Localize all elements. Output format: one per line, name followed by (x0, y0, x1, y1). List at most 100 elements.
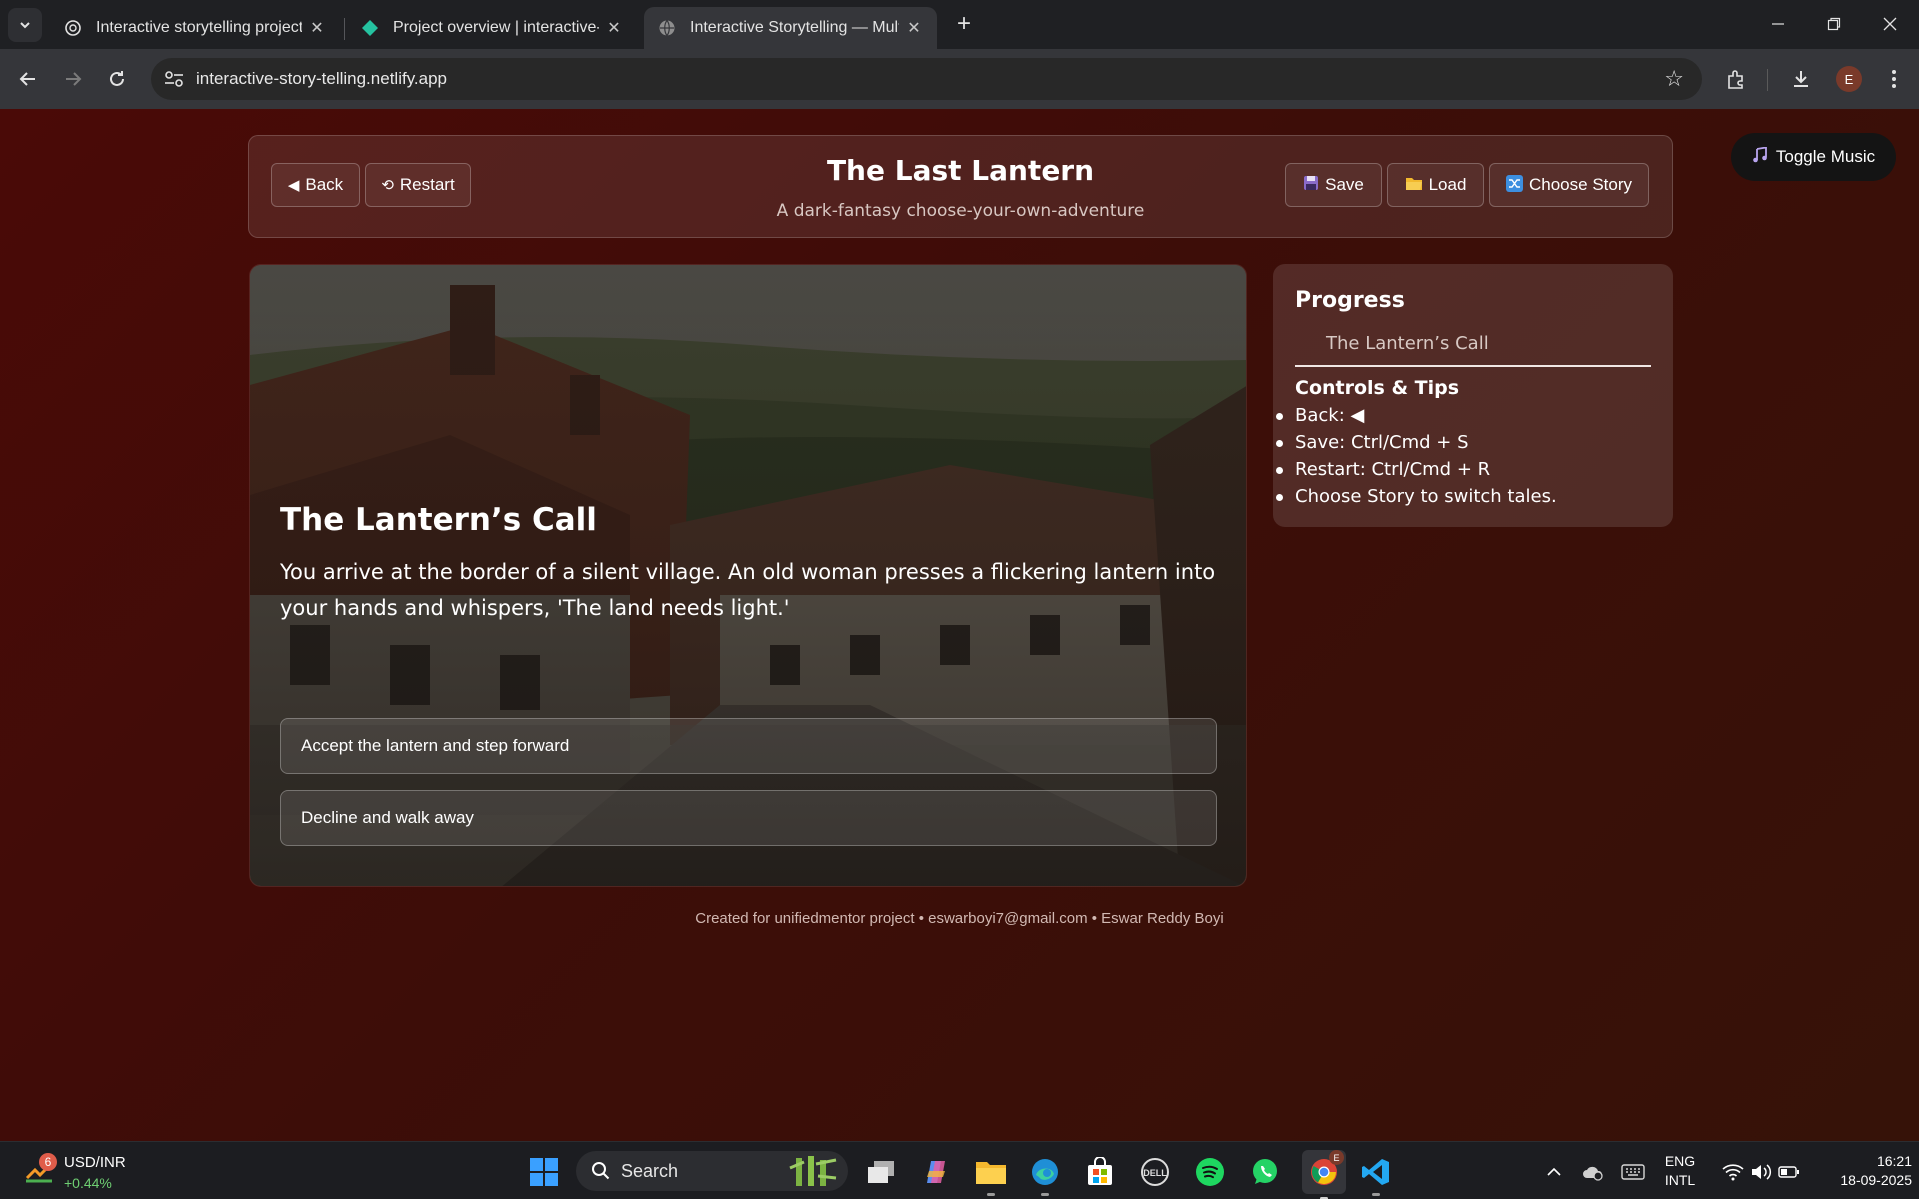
tab-interactive-storytelling[interactable]: Interactive Storytelling — Multi ✕ (644, 7, 937, 49)
running-indicator (1041, 1193, 1049, 1196)
folder-icon (976, 1162, 1006, 1184)
close-tab-icon[interactable]: ✕ (605, 18, 623, 38)
progress-divider (1295, 365, 1651, 367)
clock[interactable]: 16:21 18-09-2025 (1812, 1152, 1912, 1190)
tab-title: Interactive storytelling project (96, 19, 302, 36)
choice-button[interactable]: Accept the lantern and step forward (280, 718, 1217, 774)
windows-start-button[interactable] (526, 1154, 562, 1190)
touch-keyboard-button[interactable] (1615, 1154, 1651, 1190)
story-header: ◀ Back ⟲ Restart The Last Lantern A dark… (248, 135, 1673, 238)
chevron-down-icon (20, 22, 30, 29)
choose-story-button-label: Choose Story (1529, 175, 1632, 194)
globe-icon (658, 19, 676, 37)
url-text: interactive-story-telling.netlify.app (196, 69, 448, 88)
site-settings-icon[interactable] (163, 68, 187, 90)
tips-list: Back: ◀ Save: Ctrl/Cmd + S Restart: Ctrl… (1276, 402, 1557, 510)
task-view-button[interactable] (863, 1154, 899, 1190)
vscode-button[interactable] (1358, 1154, 1394, 1196)
folder-icon (1405, 175, 1423, 195)
whatsapp-button[interactable] (1247, 1154, 1283, 1190)
tab-search-button[interactable] (8, 8, 42, 42)
floppy-disk-icon (1303, 175, 1319, 195)
browser-tab-bar: Interactive storytelling project ✕ Proje… (0, 0, 1919, 49)
volume-icon (1752, 1164, 1772, 1180)
shuffle-icon (1506, 174, 1523, 196)
dell-button[interactable]: DELL (1137, 1154, 1173, 1190)
tab-divider (344, 18, 345, 40)
edge-button[interactable] (1027, 1154, 1063, 1196)
copilot-icon (927, 1161, 945, 1183)
downloads-icon[interactable] (1785, 63, 1817, 95)
spotify-icon (1196, 1158, 1224, 1186)
tab-project-overview[interactable]: Project overview | interactive-st ✕ (347, 7, 637, 49)
more-menu-icon[interactable] (1878, 63, 1910, 95)
edge-icon (1032, 1159, 1058, 1185)
input-language[interactable]: ENG INTL (1660, 1152, 1700, 1190)
reload-button[interactable] (101, 63, 133, 95)
restore-button[interactable] (1806, 0, 1862, 48)
close-tab-icon[interactable]: ✕ (905, 18, 923, 38)
toggle-music-label: Toggle Music (1775, 147, 1876, 166)
keyboard-icon (1621, 1164, 1645, 1180)
restore-icon (1827, 17, 1841, 31)
toolbar-divider (1767, 69, 1768, 91)
extensions-icon[interactable] (1720, 63, 1752, 95)
wifi-icon (1722, 1164, 1744, 1181)
dell-logo-icon: DELL (1141, 1158, 1169, 1186)
onedrive-tray-button[interactable] (1575, 1154, 1611, 1190)
tip-item: Back: ◀ (1276, 402, 1557, 429)
progress-title: Progress (1295, 288, 1405, 313)
scene-card: The Lantern’s Call You arrive at the bor… (249, 264, 1247, 887)
close-window-button[interactable] (1862, 0, 1918, 48)
openai-icon (64, 19, 82, 37)
widget-change: +0.44% (64, 1175, 112, 1191)
scene-heading: The Lantern’s Call (280, 502, 597, 538)
toggle-music-button[interactable]: Toggle Music (1731, 133, 1896, 181)
svg-text:DELL: DELL (1143, 1168, 1167, 1178)
choose-story-button[interactable]: Choose Story (1489, 163, 1649, 207)
cloud-sync-icon (1583, 1166, 1603, 1181)
tab-title: Interactive Storytelling — Multi (690, 19, 899, 36)
whatsapp-icon (1253, 1159, 1277, 1184)
file-explorer-button[interactable] (973, 1154, 1009, 1196)
battery-icon (1778, 1166, 1799, 1178)
new-tab-button[interactable]: + (950, 10, 978, 38)
search-label: Search (621, 1161, 679, 1181)
show-hidden-icons-button[interactable] (1536, 1154, 1572, 1190)
tip-item: Save: Ctrl/Cmd + S (1276, 429, 1557, 456)
load-button[interactable]: Load (1387, 163, 1484, 207)
running-indicator (987, 1193, 995, 1196)
windows-taskbar: 6 USD/INR +0.44% Search DELL E ENG INTL … (0, 1141, 1919, 1199)
tab-storytelling-project[interactable]: Interactive storytelling project ✕ (50, 7, 340, 49)
quick-settings-button[interactable] (1711, 1154, 1811, 1190)
minimize-button[interactable] (1750, 0, 1806, 48)
forward-nav-button[interactable] (57, 63, 89, 95)
store-button[interactable] (1082, 1154, 1118, 1190)
chrome-button[interactable]: E (1302, 1150, 1346, 1199)
reload-icon (110, 71, 124, 86)
close-tab-icon[interactable]: ✕ (308, 18, 326, 38)
save-button[interactable]: Save (1285, 163, 1382, 207)
music-note-icon (1752, 145, 1768, 168)
taskbar-search[interactable]: Search (576, 1151, 848, 1191)
choice-button[interactable]: Decline and walk away (280, 790, 1217, 846)
back-nav-button[interactable] (12, 63, 44, 95)
minimize-icon (1772, 23, 1784, 25)
netlify-icon (361, 19, 379, 37)
save-button-label: Save (1325, 175, 1364, 194)
chevron-up-icon (1547, 1167, 1561, 1176)
tips-title: Controls & Tips (1295, 377, 1460, 399)
scene-narrative: You arrive at the border of a silent vil… (280, 560, 1216, 620)
clock-date: 18-09-2025 (1840, 1172, 1912, 1188)
clock-time: 16:21 (1876, 1153, 1912, 1169)
spotify-button[interactable] (1192, 1154, 1228, 1190)
progress-item[interactable]: The Lantern’s Call (1326, 333, 1489, 354)
bamboo-decoration-icon (789, 1156, 837, 1186)
page-footer: Created for unifiedmentor project • eswa… (695, 910, 1224, 927)
copilot-button[interactable] (918, 1154, 954, 1190)
profile-avatar[interactable]: E (1836, 66, 1862, 92)
widget-badge: 6 (39, 1153, 57, 1171)
address-bar[interactable]: interactive-story-telling.netlify.app ☆ (151, 58, 1702, 100)
bookmark-star-icon[interactable]: ☆ (1664, 66, 1684, 92)
tip-item: Restart: Ctrl/Cmd + R (1276, 456, 1557, 483)
